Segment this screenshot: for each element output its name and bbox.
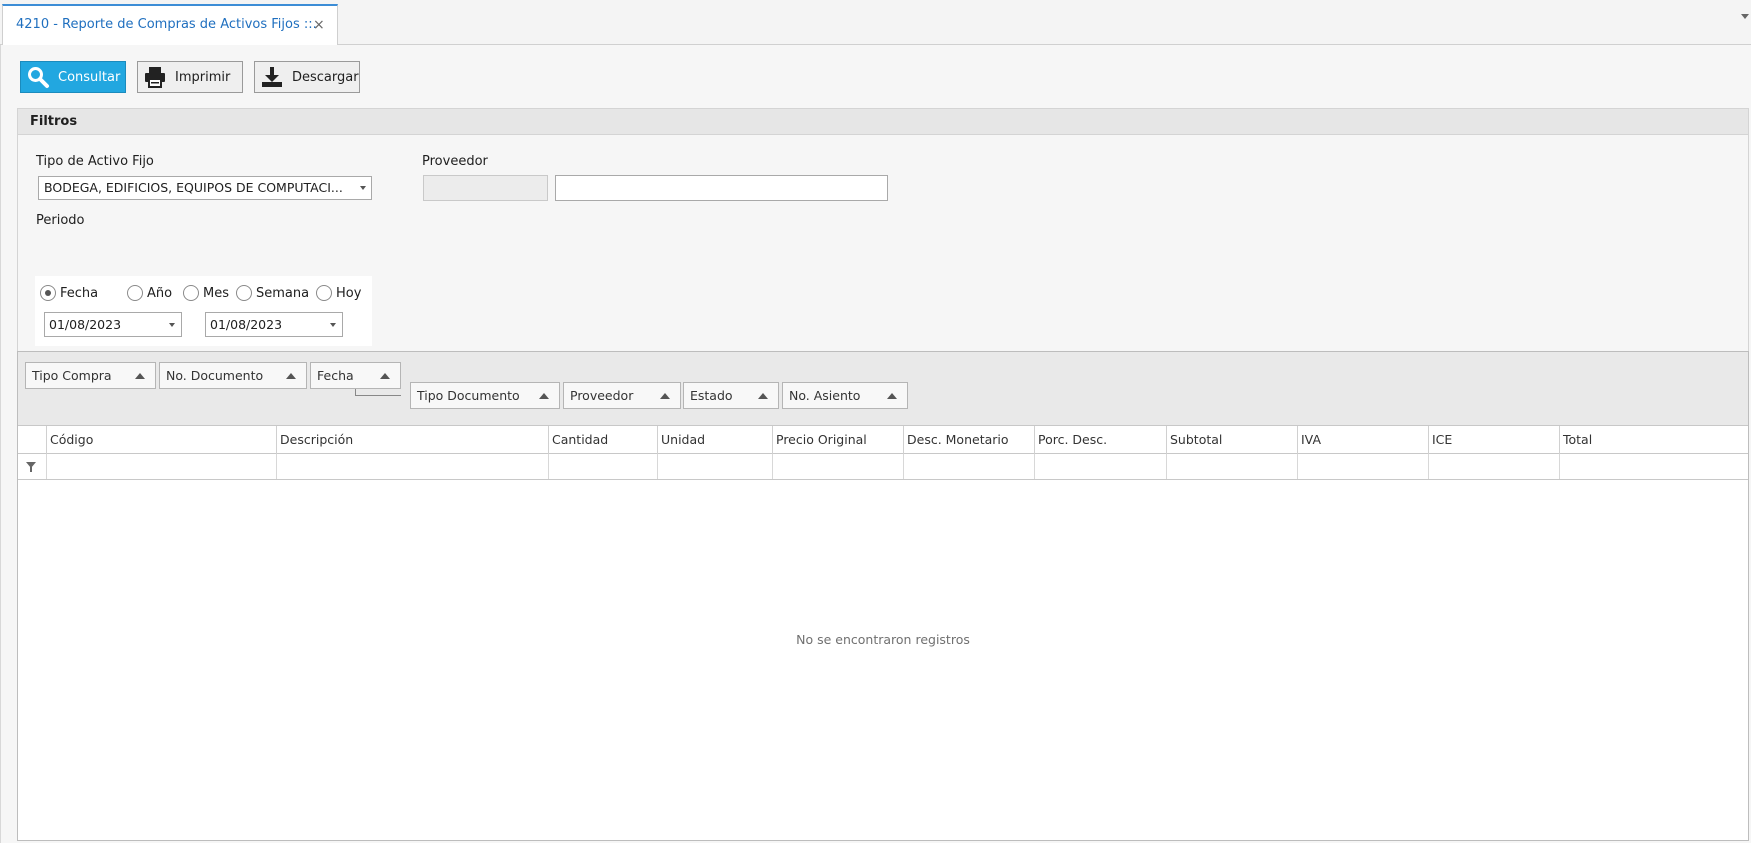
sort-ascending-icon bbox=[135, 373, 145, 379]
descargar-button[interactable]: Descargar bbox=[254, 61, 360, 93]
group-chip-fecha[interactable]: Fecha bbox=[310, 362, 401, 389]
radio-anio[interactable]: Año bbox=[127, 285, 172, 301]
date-from-picker[interactable]: 01/08/2023 bbox=[44, 312, 182, 337]
filter-cell-codigo[interactable] bbox=[46, 454, 276, 479]
column-header-subtotal[interactable]: Subtotal bbox=[1166, 426, 1297, 454]
column-header-precio-original[interactable]: Precio Original bbox=[772, 426, 903, 454]
results-grid: Tipo Compra No. Documento Fecha Tipo Doc… bbox=[17, 351, 1749, 841]
group-chip-no-asiento[interactable]: No. Asiento bbox=[782, 382, 908, 409]
proveedor-name-field[interactable] bbox=[555, 175, 888, 201]
column-header-total[interactable]: Total bbox=[1559, 426, 1748, 454]
filter-cell-total[interactable] bbox=[1559, 454, 1748, 479]
column-header-iva[interactable]: IVA bbox=[1297, 426, 1428, 454]
filter-cell-ice[interactable] bbox=[1428, 454, 1559, 479]
download-icon bbox=[258, 63, 286, 91]
group-connector-line bbox=[355, 389, 401, 396]
group-chip-tipo-compra[interactable]: Tipo Compra bbox=[25, 362, 156, 389]
filter-cell-precio-original[interactable] bbox=[772, 454, 903, 479]
sort-ascending-icon bbox=[539, 393, 549, 399]
group-chip-proveedor[interactable]: Proveedor bbox=[563, 382, 681, 409]
filter-cell-porc-desc[interactable] bbox=[1034, 454, 1166, 479]
close-icon[interactable]: × bbox=[313, 17, 325, 33]
group-chip-no-documento[interactable]: No. Documento bbox=[159, 362, 307, 389]
radio-indicator bbox=[183, 285, 199, 301]
group-chip-label: Tipo Documento bbox=[417, 388, 520, 403]
report-pane: Consultar Imprimir Descargar Filtros Tip… bbox=[0, 45, 1751, 843]
consultar-label: Consultar bbox=[58, 69, 121, 85]
filter-icon[interactable] bbox=[26, 462, 36, 472]
consultar-button[interactable]: Consultar bbox=[20, 61, 126, 93]
filter-cell-iva[interactable] bbox=[1297, 454, 1428, 479]
sort-ascending-icon bbox=[380, 373, 390, 379]
group-by-panel: Tipo Compra No. Documento Fecha Tipo Doc… bbox=[18, 352, 1748, 426]
document-tab-strip: 4210 - Reporte de Compras de Activos Fij… bbox=[0, 0, 1751, 46]
radio-mes-label: Mes bbox=[203, 285, 229, 301]
report-tab[interactable]: 4210 - Reporte de Compras de Activos Fij… bbox=[2, 4, 338, 46]
radio-indicator bbox=[40, 285, 56, 301]
group-chip-label: Tipo Compra bbox=[32, 368, 112, 383]
radio-anio-label: Año bbox=[147, 285, 173, 301]
chevron-down-icon[interactable] bbox=[360, 186, 366, 190]
filters-group: Filtros Tipo de Activo Fijo BODEGA, EDIF… bbox=[17, 108, 1749, 390]
radio-indicator bbox=[316, 285, 332, 301]
auto-filter-row bbox=[18, 454, 1748, 480]
tab-list-dropdown-icon[interactable] bbox=[1741, 14, 1749, 19]
column-header-codigo[interactable]: Código bbox=[46, 426, 276, 454]
group-chip-label: Proveedor bbox=[570, 388, 634, 403]
filter-cell-subtotal[interactable] bbox=[1166, 454, 1297, 479]
column-header-unidad[interactable]: Unidad bbox=[657, 426, 772, 454]
tipo-activo-value: BODEGA, EDIFICIOS, EQUIPOS DE COMPUTACI.… bbox=[44, 180, 343, 195]
column-header-ice[interactable]: ICE bbox=[1428, 426, 1559, 454]
group-chip-label: Estado bbox=[690, 388, 733, 403]
filters-title: Filtros bbox=[18, 109, 1748, 135]
descargar-label: Descargar bbox=[292, 69, 359, 85]
empty-grid-message: No se encontraron registros bbox=[796, 632, 970, 647]
radio-indicator bbox=[236, 285, 252, 301]
tipo-activo-combo[interactable]: BODEGA, EDIFICIOS, EQUIPOS DE COMPUTACI.… bbox=[38, 176, 372, 200]
column-header-descripcion[interactable]: Descripción bbox=[276, 426, 548, 454]
filter-row-indicator bbox=[18, 454, 46, 479]
column-header-cantidad[interactable]: Cantidad bbox=[548, 426, 657, 454]
tab-title: 4210 - Reporte de Compras de Activos Fij… bbox=[16, 17, 317, 32]
radio-fecha-label: Fecha bbox=[60, 285, 99, 301]
radio-fecha[interactable]: Fecha bbox=[40, 285, 98, 301]
radio-hoy-label: Hoy bbox=[336, 285, 362, 301]
group-chip-label: No. Asiento bbox=[789, 388, 861, 403]
proveedor-label: Proveedor bbox=[422, 154, 488, 169]
filter-cell-descripcion[interactable] bbox=[276, 454, 548, 479]
periodo-label: Periodo bbox=[36, 213, 85, 228]
radio-semana[interactable]: Semana bbox=[236, 285, 309, 301]
imprimir-button[interactable]: Imprimir bbox=[137, 61, 243, 93]
radio-mes[interactable]: Mes bbox=[183, 285, 229, 301]
row-indicator-header bbox=[18, 426, 46, 454]
date-to-value: 01/08/2023 bbox=[210, 317, 283, 332]
sort-ascending-icon bbox=[758, 393, 768, 399]
proveedor-code-field bbox=[423, 175, 548, 201]
column-header-row: Código Descripción Cantidad Unidad Preci… bbox=[18, 426, 1748, 454]
periodo-panel: Fecha Año Mes Semana Hoy 01/08/2023 01/0… bbox=[35, 276, 372, 346]
filter-cell-unidad[interactable] bbox=[657, 454, 772, 479]
date-from-value: 01/08/2023 bbox=[49, 317, 122, 332]
filter-cell-desc-monetario[interactable] bbox=[903, 454, 1034, 479]
group-chip-estado[interactable]: Estado bbox=[683, 382, 779, 409]
printer-icon bbox=[141, 63, 169, 91]
column-header-porc-desc[interactable]: Porc. Desc. bbox=[1034, 426, 1166, 454]
sort-ascending-icon bbox=[286, 373, 296, 379]
column-header-desc-monetario[interactable]: Desc. Monetario bbox=[903, 426, 1034, 454]
imprimir-label: Imprimir bbox=[175, 69, 231, 85]
group-chip-label: No. Documento bbox=[166, 368, 264, 383]
group-chip-label: Fecha bbox=[317, 368, 354, 383]
sort-ascending-icon bbox=[660, 393, 670, 399]
radio-hoy[interactable]: Hoy bbox=[316, 285, 361, 301]
group-chip-tipo-documento[interactable]: Tipo Documento bbox=[410, 382, 560, 409]
radio-indicator bbox=[127, 285, 143, 301]
chevron-down-icon[interactable] bbox=[330, 323, 336, 327]
radio-semana-label: Semana bbox=[256, 285, 310, 301]
filter-cell-cantidad[interactable] bbox=[548, 454, 657, 479]
chevron-down-icon[interactable] bbox=[169, 323, 175, 327]
sort-ascending-icon bbox=[887, 393, 897, 399]
date-to-picker[interactable]: 01/08/2023 bbox=[205, 312, 343, 337]
search-icon bbox=[24, 63, 52, 91]
tipo-activo-label: Tipo de Activo Fijo bbox=[36, 154, 154, 169]
